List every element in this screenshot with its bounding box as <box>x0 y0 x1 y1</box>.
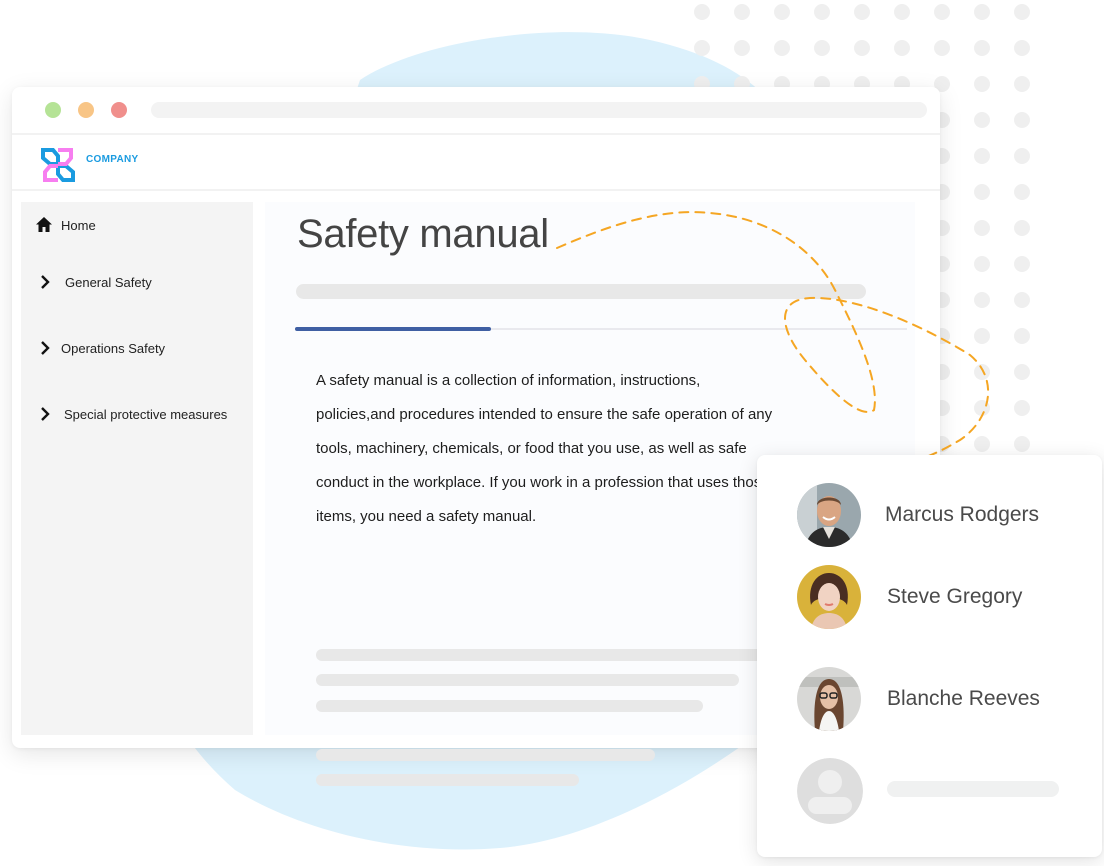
decorative-dot <box>974 148 990 164</box>
decorative-dot <box>694 40 710 56</box>
decorative-dot <box>854 40 870 56</box>
window-close-button[interactable] <box>111 102 127 118</box>
chevron-right-icon <box>41 407 50 421</box>
decorative-dot <box>974 112 990 128</box>
member-row[interactable] <box>797 758 863 824</box>
app-header: COMPANY <box>12 135 940 191</box>
team-members-card: Marcus Rodgers Steve Gregory Blanche Ree… <box>757 455 1102 857</box>
sidebar-item-label: Operations Safety <box>61 340 166 356</box>
decorative-dot <box>734 4 750 20</box>
man-avatar-icon <box>797 483 861 547</box>
decorative-dot <box>974 364 990 380</box>
text-placeholder-line <box>316 674 739 686</box>
chevron-right-icon <box>41 341 50 355</box>
decorative-dot <box>734 40 750 56</box>
decorative-dot <box>1014 400 1030 416</box>
decorative-dot <box>974 292 990 308</box>
decorative-dot <box>894 4 910 20</box>
woman-glasses-avatar-icon <box>797 667 861 731</box>
avatar <box>797 667 861 731</box>
member-name: Marcus Rodgers <box>885 503 1040 526</box>
text-placeholder-line <box>316 749 655 761</box>
member-row[interactable]: Blanche Reeves <box>797 667 1040 731</box>
decorative-dot <box>1014 256 1030 272</box>
decorative-dot <box>1014 40 1030 56</box>
subtitle-placeholder <box>296 284 866 299</box>
sidebar: Home General Safety Operations Safety Sp… <box>21 202 253 735</box>
text-placeholder-line <box>316 649 786 661</box>
decorative-dot <box>974 328 990 344</box>
decorative-dot <box>974 76 990 92</box>
chevron-right-icon <box>41 275 50 289</box>
decorative-dot <box>974 40 990 56</box>
sidebar-item-label: Special protective measures <box>64 406 228 422</box>
sidebar-item-label: General Safety <box>65 274 152 290</box>
avatar <box>797 565 861 629</box>
decorative-dot <box>974 256 990 272</box>
decorative-dot <box>934 4 950 20</box>
avatar <box>797 483 861 547</box>
decorative-dot <box>1014 292 1030 308</box>
member-name-placeholder <box>887 781 1059 797</box>
home-icon <box>36 217 52 232</box>
sidebar-item-special-protective-measures[interactable]: Special protective measures <box>37 405 227 423</box>
decorative-dot <box>1014 76 1030 92</box>
decorative-dot <box>974 184 990 200</box>
tab-progress-track <box>295 327 907 331</box>
member-name: Blanche Reeves <box>887 687 1040 710</box>
decorative-dot <box>974 436 990 452</box>
decorative-dot <box>814 40 830 56</box>
decorative-dot <box>894 40 910 56</box>
text-placeholder-line <box>316 700 703 712</box>
member-row[interactable]: Steve Gregory <box>797 565 1022 629</box>
member-row[interactable]: Marcus Rodgers <box>797 483 1039 547</box>
decorative-dot <box>1014 328 1030 344</box>
decorative-dot <box>1014 112 1030 128</box>
avatar <box>797 758 863 824</box>
decorative-dot <box>694 4 710 20</box>
decorative-dot <box>854 4 870 20</box>
sidebar-item-label: Home <box>61 217 96 233</box>
decorative-dot <box>1014 4 1030 20</box>
decorative-dot <box>1014 220 1030 236</box>
page-title: Safety manual <box>297 212 549 256</box>
company-logo-icon[interactable] <box>41 148 75 182</box>
description-paragraph: A safety manual is a collection of infor… <box>316 372 773 525</box>
user-placeholder-icon <box>797 758 863 824</box>
sidebar-item-general-safety[interactable]: General Safety <box>37 273 152 291</box>
text-placeholder-line <box>316 774 579 786</box>
address-bar[interactable] <box>151 102 927 118</box>
decorative-dot <box>774 40 790 56</box>
sidebar-item-home[interactable]: Home <box>35 216 96 234</box>
decorative-dot <box>974 400 990 416</box>
decorative-dot <box>1014 436 1030 452</box>
decorative-dot <box>774 4 790 20</box>
title-bar <box>12 87 940 135</box>
window-maximize-button[interactable] <box>45 102 61 118</box>
decorative-dot <box>814 4 830 20</box>
window-minimize-button[interactable] <box>78 102 94 118</box>
decorative-dot <box>1014 148 1030 164</box>
member-name: Steve Gregory <box>887 585 1023 608</box>
tab-progress-fill <box>295 327 491 331</box>
sidebar-item-operations-safety[interactable]: Operations Safety <box>37 339 165 357</box>
decorative-dot <box>1014 184 1030 200</box>
decorative-dot <box>1014 364 1030 380</box>
decorative-dot <box>974 220 990 236</box>
decorative-dot <box>974 4 990 20</box>
woman-avatar-icon <box>797 565 861 629</box>
brand-name: COMPANY <box>86 154 139 165</box>
decorative-dot <box>934 40 950 56</box>
